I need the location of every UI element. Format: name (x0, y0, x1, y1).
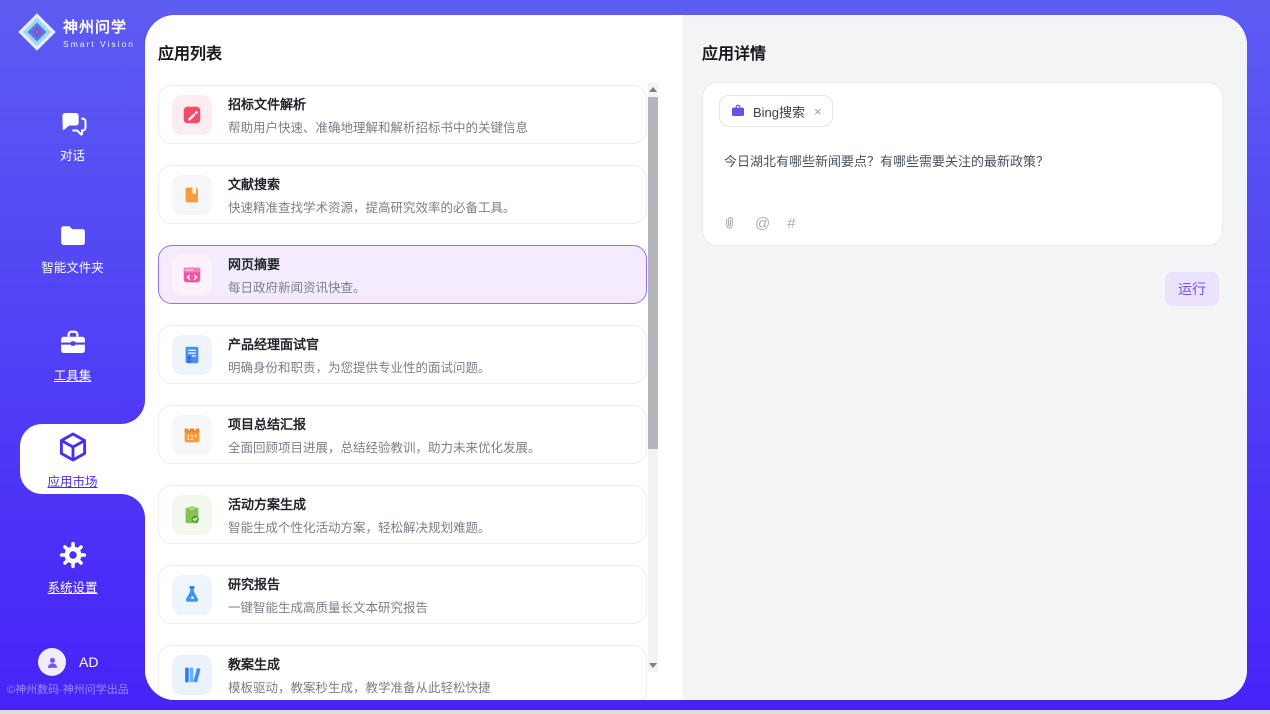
sidebar-item-label: 对话 (60, 145, 85, 164)
folder-icon (58, 220, 88, 250)
app-name: 网页摘要 (228, 254, 366, 273)
scroll-down-icon[interactable] (649, 663, 657, 668)
plan-clipboard-icon (172, 495, 212, 535)
app-card-literature-search[interactable]: 文献搜索 快速精准查找学术资源，提高研究效率的必备工具。 (158, 165, 647, 224)
tag-close-icon[interactable]: × (814, 104, 822, 119)
sidebar: 神州问学 Smart Vision 对话 智能文件夹 工具集 应 (0, 0, 145, 714)
chat-icon (58, 108, 88, 138)
lesson-books-icon (172, 655, 212, 695)
sidebar-item-chat[interactable]: 对话 (0, 108, 145, 164)
app-card-bid-document[interactable]: 招标文件解析 帮助用户快速、准确地理解和解析招标书中的关键信息 (158, 85, 647, 144)
app-description: 全面回顾项目进展，总结经验教训，助力未来优化发展。 (228, 437, 541, 456)
app-list-title: 应用列表 (158, 40, 222, 64)
sidebar-item-toolset[interactable]: 工具集 (0, 328, 145, 384)
hash-icon[interactable]: # (787, 215, 795, 232)
scrollbar-thumb[interactable] (648, 97, 658, 449)
bid-document-icon (172, 95, 212, 135)
active-nav-curve-top (121, 400, 145, 424)
app-description: 快速精准查找学术资源，提高研究效率的必备工具。 (228, 197, 516, 216)
cube-icon (56, 430, 90, 464)
literature-book-icon (172, 175, 212, 215)
app-description: 模板驱动，教案秒生成，教学准备从此轻松快捷 (228, 677, 491, 696)
app-description: 帮助用户快速、准确地理解和解析招标书中的关键信息 (228, 117, 528, 136)
app-description: 一键智能生成高质量长文本研究报告 (228, 597, 428, 616)
tool-tag-bing-search[interactable]: Bing搜索 × (719, 95, 833, 127)
brand-name: 神州问学 (63, 16, 135, 37)
toolbox-icon (58, 328, 88, 358)
app-card-lesson-plan[interactable]: 教案生成 模板驱动，教案秒生成，教学准备从此轻松快捷 (158, 645, 647, 700)
run-button[interactable]: 运行 (1165, 272, 1219, 306)
app-card-event-plan[interactable]: 活动方案生成 智能生成个性化活动方案，轻松解决规划难题。 (158, 485, 647, 544)
webpage-code-icon (172, 255, 212, 295)
bottom-edge-strip (0, 710, 1270, 714)
app-name: 研究报告 (228, 574, 428, 593)
briefcase-icon (730, 103, 746, 119)
interview-doc-icon (172, 335, 212, 375)
app-name: 项目总结汇报 (228, 414, 541, 433)
sidebar-item-settings[interactable]: 系统设置 (0, 540, 145, 596)
diamond-logo-icon (18, 13, 56, 51)
app-name: 活动方案生成 (228, 494, 491, 513)
avatar (38, 648, 66, 676)
main-panel: 应用列表 招标文件解析 帮助用户快速、准确地理解和解析招标书中的关键信息 (145, 15, 1247, 700)
user-account[interactable]: AD (38, 648, 98, 676)
app-card-webpage-summary[interactable]: 网页摘要 每日政府新闻资讯快查。 (158, 245, 647, 304)
app-detail-title: 应用详情 (702, 40, 766, 64)
query-input[interactable]: Bing搜索 × 今日湖北有哪些新闻要点？有哪些需要关注的最新政策？ @ # (702, 82, 1223, 246)
user-initials: AD (79, 654, 98, 670)
scroll-up-icon[interactable] (649, 87, 657, 92)
summary-board-icon (172, 415, 212, 455)
person-icon (44, 654, 61, 671)
query-text: 今日湖北有哪些新闻要点？有哪些需要关注的最新政策？ (724, 151, 1049, 170)
paperclip-icon[interactable] (721, 215, 738, 232)
app-description: 明确身份和职责，为您提供专业性的面试问题。 (228, 357, 491, 376)
brand-subtitle: Smart Vision (63, 39, 135, 49)
sidebar-item-label: 系统设置 (47, 577, 97, 596)
sidebar-item-smart-folders[interactable]: 智能文件夹 (0, 220, 145, 276)
app-name: 产品经理面试官 (228, 334, 491, 353)
tool-tag-label: Bing搜索 (753, 102, 805, 121)
app-card-list: 招标文件解析 帮助用户快速、准确地理解和解析招标书中的关键信息 文献搜索 快速精… (158, 85, 647, 700)
app-name: 教案生成 (228, 654, 491, 673)
app-description: 智能生成个性化活动方案，轻松解决规划难题。 (228, 517, 491, 536)
app-card-research-report[interactable]: 研究报告 一键智能生成高质量长文本研究报告 (158, 565, 647, 624)
mention-icon[interactable]: @ (755, 215, 770, 232)
app-detail-panel: 应用详情 Bing搜索 × 今日湖北有哪些新闻要点？有哪些需要关注的最新政策？ … (683, 15, 1247, 700)
sidebar-item-label: 智能文件夹 (41, 257, 104, 276)
attachment-toolbar: @ # (721, 215, 796, 232)
app-name: 文献搜索 (228, 174, 516, 193)
app-card-project-summary[interactable]: 项目总结汇报 全面回顾项目进展，总结经验教训，助力未来优化发展。 (158, 405, 647, 464)
app-description: 每日政府新闻资讯快查。 (228, 277, 366, 296)
app-name: 招标文件解析 (228, 94, 528, 113)
app-card-pm-interviewer[interactable]: 产品经理面试官 明确身份和职责，为您提供专业性的面试问题。 (158, 325, 647, 384)
app-list-scrollbar[interactable] (648, 83, 658, 672)
research-flask-icon (172, 575, 212, 615)
app-list-panel: 应用列表 招标文件解析 帮助用户快速、准确地理解和解析招标书中的关键信息 (145, 15, 683, 700)
brand-logo: 神州问学 Smart Vision (18, 13, 135, 51)
sidebar-item-label: 工具集 (54, 365, 92, 384)
active-nav-curve-bottom (121, 494, 145, 518)
sidebar-item-label: 应用市场 (47, 471, 97, 490)
copyright-credit: ©神州数码·神州问学出品 (7, 681, 129, 697)
sidebar-item-app-market[interactable]: 应用市场 (0, 430, 145, 490)
gear-icon (58, 540, 88, 570)
